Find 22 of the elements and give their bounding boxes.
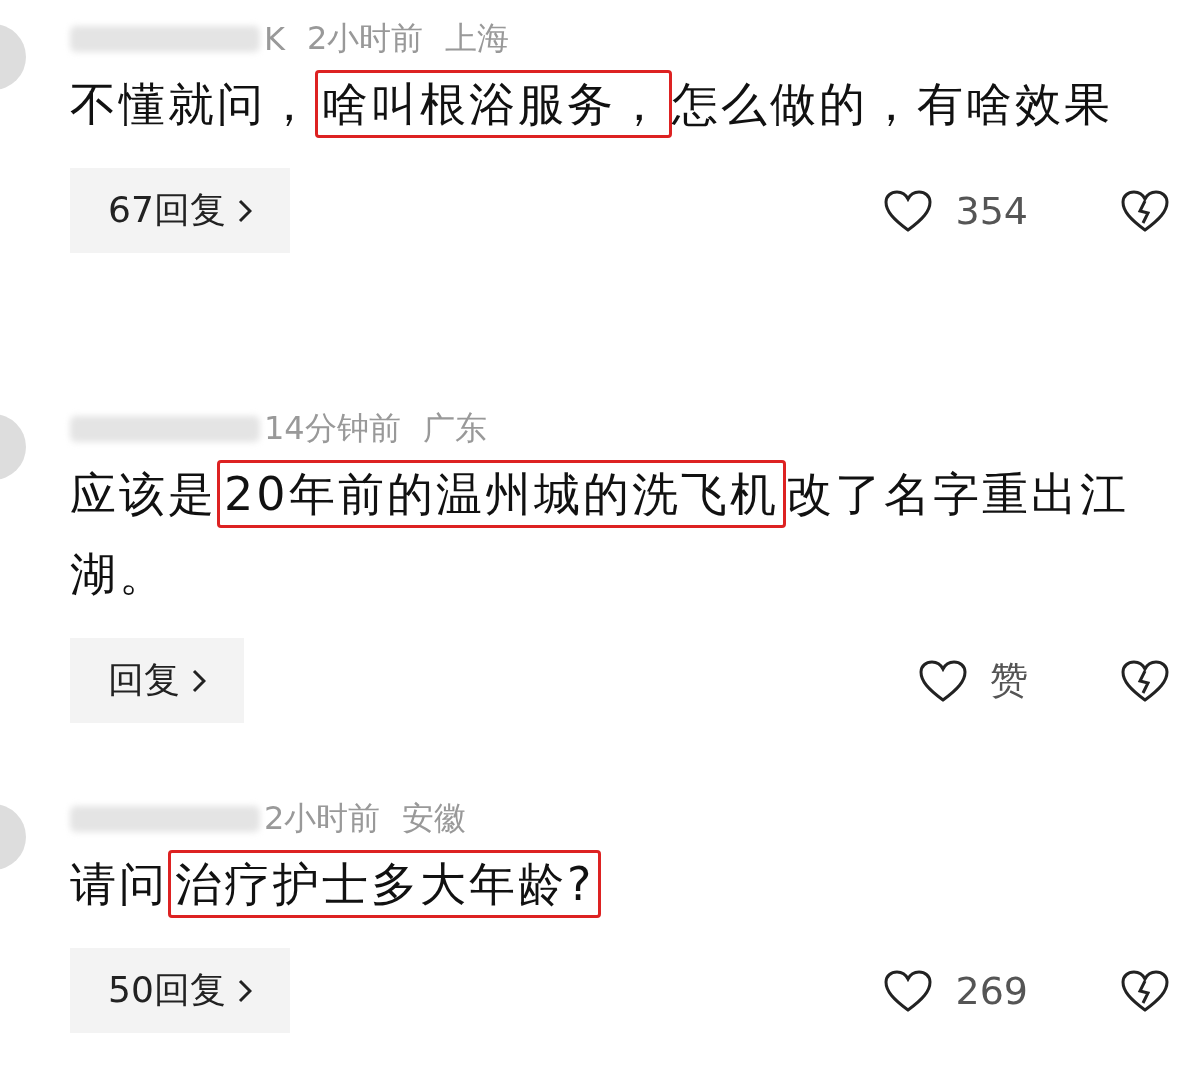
chevron-right-icon <box>192 668 206 693</box>
replies-button[interactable]: 回复 <box>70 638 244 723</box>
broken-heart-icon[interactable] <box>1120 188 1170 233</box>
like-button[interactable]: 269 <box>883 968 1028 1013</box>
replies-button[interactable]: 50回复 <box>70 948 290 1033</box>
comment-text: 不懂就问，啥叫根浴服务，怎么做的，有啥效果 <box>70 64 1170 144</box>
chevron-right-icon <box>237 198 252 223</box>
location: 安徽 <box>402 798 467 839</box>
comment-text: 应该是 20年前的温州城的洗飞机 改了名字重出江湖。 <box>70 454 1170 614</box>
like-button[interactable]: 354 <box>883 188 1028 233</box>
timestamp: 2小时前 <box>307 18 424 59</box>
chevron-right-icon <box>237 978 252 1003</box>
replies-button[interactable]: 67回复 <box>70 168 290 253</box>
location: 广东 <box>422 408 487 449</box>
timestamp: 14分钟前 <box>264 408 401 449</box>
username: K <box>264 20 285 58</box>
timestamp: 2小时前 <box>264 798 381 839</box>
location: 上海 <box>445 18 510 59</box>
broken-heart-icon[interactable] <box>1120 968 1170 1013</box>
comment-text: 请问 治疗护士多大年龄? <box>70 844 1170 924</box>
like-button[interactable]: 赞 <box>918 655 1028 706</box>
broken-heart-icon[interactable] <box>1120 658 1170 703</box>
